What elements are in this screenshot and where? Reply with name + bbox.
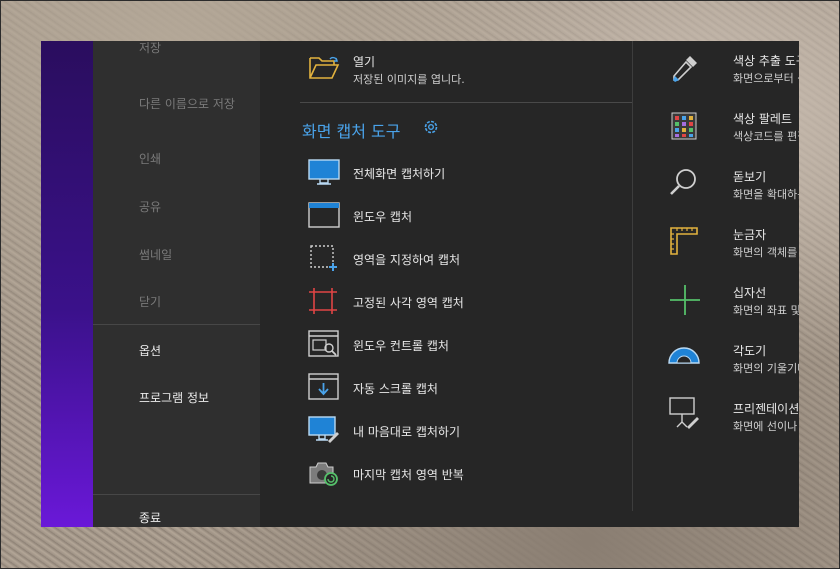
tool-presentation[interactable]: 프리젠테이션 도	[733, 400, 799, 417]
capture-section-title: 화면 캡처 도구	[302, 122, 401, 141]
sidebar-item-exit[interactable]: 종료	[139, 509, 161, 526]
capture-item-control[interactable]: 윈도우 컨트롤 캡처	[353, 337, 449, 354]
presentation-icon[interactable]	[669, 397, 701, 431]
crosshair-icon[interactable]	[669, 284, 701, 316]
app-window: 저장 다른 이름으로 저장 인쇄 공유 썸네일 닫기 옵션 프로그램 정보 종료…	[41, 41, 799, 527]
capture-item-freeform[interactable]: 내 마음대로 캡처하기	[353, 423, 460, 440]
region-capture-icon[interactable]	[308, 244, 340, 272]
freeform-capture-icon[interactable]	[308, 416, 340, 444]
color-picker-icon[interactable]	[669, 54, 699, 84]
sidebar: 저장 다른 이름으로 저장 인쇄 공유 썸네일 닫기 옵션 프로그램 정보 종료	[93, 41, 260, 527]
tool-color-picker[interactable]: 색상 추출 도구	[733, 52, 799, 69]
tool-color-palette[interactable]: 색상 팔레트	[733, 110, 792, 127]
tool-protractor[interactable]: 각도기	[733, 342, 766, 359]
gear-icon[interactable]	[422, 118, 440, 136]
repeat-capture-icon[interactable]	[308, 459, 340, 487]
control-capture-icon[interactable]	[308, 330, 340, 358]
capture-item-fullscreen[interactable]: 전체화면 캡처하기	[353, 165, 445, 182]
capture-item-repeat-last[interactable]: 마지막 캡처 영역 반복	[353, 466, 464, 483]
tool-protractor-desc: 화면의 기울기나	[733, 362, 799, 375]
sidebar-divider	[93, 324, 260, 325]
protractor-icon[interactable]	[667, 343, 701, 365]
sidebar-item-close[interactable]: 닫기	[139, 293, 161, 310]
tool-magnifier-desc: 화면을 확대하는	[733, 188, 799, 201]
tool-color-picker-desc: 화면으로부터 색	[733, 72, 799, 85]
ruler-icon[interactable]	[669, 226, 699, 256]
open-desc: 저장된 이미지를 엽니다.	[353, 73, 465, 86]
column-divider	[632, 41, 633, 511]
window-capture-icon[interactable]	[308, 202, 340, 228]
sidebar-item-share[interactable]: 공유	[139, 198, 161, 215]
capture-item-window[interactable]: 윈도우 캡처	[353, 208, 412, 225]
tool-ruler[interactable]: 눈금자	[733, 226, 766, 243]
sidebar-item-save[interactable]: 저장	[139, 41, 161, 56]
sidebar-item-about[interactable]: 프로그램 정보	[139, 389, 209, 406]
sidebar-divider	[93, 494, 260, 495]
tool-color-palette-desc: 색상코드를 편집	[733, 130, 799, 143]
tool-crosshair[interactable]: 십자선	[733, 284, 766, 301]
open-label[interactable]: 열기	[353, 53, 375, 70]
fixed-region-capture-icon[interactable]	[308, 287, 340, 315]
sidebar-item-save-as[interactable]: 다른 이름으로 저장	[139, 95, 235, 112]
tool-magnifier[interactable]: 돋보기	[733, 168, 766, 185]
sidebar-item-options[interactable]: 옵션	[139, 342, 161, 359]
capture-item-auto-scroll[interactable]: 자동 스크롤 캡처	[353, 380, 438, 397]
fullscreen-capture-icon[interactable]	[308, 159, 340, 185]
capture-item-region[interactable]: 영역을 지정하여 캡처	[353, 251, 460, 268]
sidebar-item-print[interactable]: 인쇄	[139, 150, 161, 167]
tool-presentation-desc: 화면에 선이나 도	[733, 420, 799, 433]
capture-item-fixed-region[interactable]: 고정된 사각 영역 캡처	[353, 294, 464, 311]
section-divider	[300, 102, 633, 103]
brand-strip	[41, 41, 93, 527]
folder-open-icon[interactable]	[308, 54, 340, 82]
tool-crosshair-desc: 화면의 좌표 및 상	[733, 304, 799, 317]
scroll-capture-icon[interactable]	[308, 373, 340, 401]
magnifier-icon[interactable]	[669, 167, 699, 197]
main-panel: 열기 저장된 이미지를 엽니다. 화면 캡처 도구 전체화면 캡처하기 윈도우 …	[260, 41, 799, 527]
tool-ruler-desc: 화면의 객체를 픽	[733, 246, 799, 259]
color-palette-icon[interactable]	[671, 112, 697, 140]
sidebar-item-thumbnail[interactable]: 썸네일	[139, 246, 172, 263]
